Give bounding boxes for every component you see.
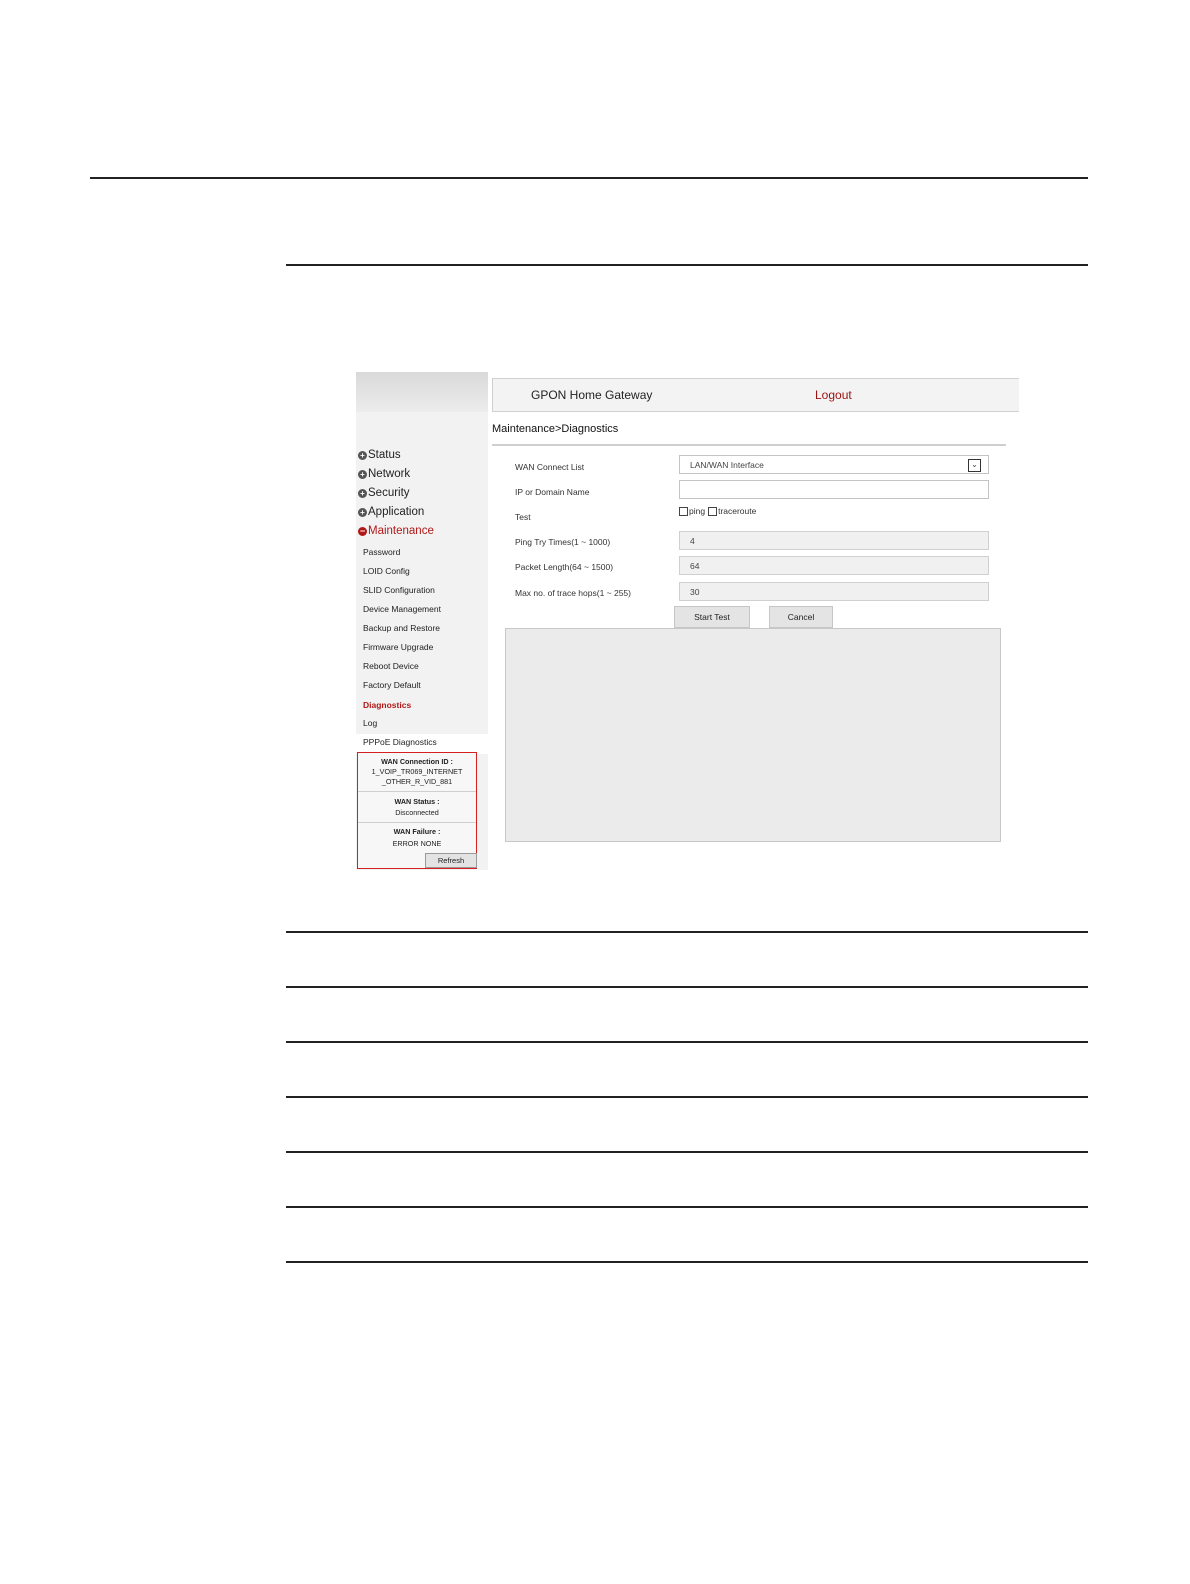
table-rule [286, 1096, 1088, 1098]
divider [358, 791, 476, 792]
expand-plus-icon: + [358, 469, 367, 479]
sidebar-item-maintenance[interactable]: − Maintenance [358, 525, 434, 537]
sidebar-subitem-diagnostics[interactable]: Diagnostics [363, 700, 411, 710]
table-rule [286, 986, 1088, 988]
sidebar-subitem-pppoe-diagnostics[interactable]: PPPoE Diagnostics [363, 737, 437, 747]
diagnostics-result-area [505, 628, 1001, 842]
ping-try-times-input[interactable]: 4 [679, 531, 989, 550]
section-rule [286, 264, 1088, 266]
logout-link[interactable]: Logout [815, 388, 852, 402]
traceroute-option-label: traceroute [718, 506, 757, 516]
sidebar-item-network[interactable]: + Network [358, 468, 410, 480]
sidebar-item-label: Application [368, 506, 425, 518]
sidebar-subitem-slid-configuration[interactable]: SLID Configuration [363, 585, 435, 595]
sidebar-item-status[interactable]: + Status [358, 449, 401, 461]
sidebar: + Status + Network + Security + Applicat… [356, 412, 488, 870]
max-trace-hops-input[interactable]: 30 [679, 582, 989, 601]
breadcrumb: Maintenance>Diagnostics [492, 423, 619, 435]
collapse-minus-icon: − [358, 525, 367, 536]
expand-plus-icon: + [358, 507, 367, 517]
sidebar-subitem-firmware-upgrade[interactable]: Firmware Upgrade [363, 642, 433, 652]
test-label: Test [515, 512, 531, 522]
sidebar-subitem-loid-config[interactable]: LOID Config [363, 566, 410, 576]
sidebar-subitem-factory-default[interactable]: Factory Default [363, 680, 421, 690]
expand-plus-icon: + [358, 488, 367, 498]
divider [358, 822, 476, 823]
refresh-button[interactable]: Refresh [425, 853, 477, 868]
sidebar-subitem-log[interactable]: Log [363, 718, 377, 728]
router-ui-screenshot: GPON Home Gateway Logout Maintenance>Dia… [356, 372, 1019, 870]
ping-checkbox[interactable] [679, 506, 688, 516]
table-rule [286, 1041, 1088, 1043]
wan-status-value: Disconnected [395, 808, 439, 817]
sidebar-item-label: Maintenance [368, 525, 434, 537]
sidebar-subitem-password[interactable]: Password [363, 547, 400, 557]
wan-connect-list-select[interactable]: LAN/WAN Interface ⌄ [679, 455, 989, 474]
wan-status-label: WAN Status : [394, 797, 440, 806]
wan-connect-list-value: LAN/WAN Interface [690, 460, 764, 470]
wan-info-panel: WAN Connection ID : 1_VOIP_TR069_INTERNE… [357, 752, 477, 869]
sidebar-item-label: Network [368, 468, 411, 480]
table-rule [286, 1206, 1088, 1208]
expand-plus-icon: + [358, 450, 367, 460]
ip-domain-label: IP or Domain Name [515, 487, 590, 497]
sidebar-subitem-reboot-device[interactable]: Reboot Device [363, 661, 419, 671]
sidebar-header [356, 372, 488, 412]
sidebar-item-label: Status [368, 449, 401, 461]
chevron-down-icon: ⌄ [968, 459, 981, 472]
packet-length-input[interactable]: 64 [679, 556, 989, 575]
max-trace-hops-label: Max no. of trace hops(1 ~ 255) [515, 588, 631, 598]
ping-try-times-label: Ping Try Times(1 ~ 1000) [515, 537, 611, 547]
sidebar-subitem-device-management[interactable]: Device Management [363, 604, 441, 614]
sidebar-item-security[interactable]: + Security [358, 487, 410, 499]
cancel-button[interactable]: Cancel [769, 606, 833, 628]
wan-failure-value: ERROR NONE [392, 839, 442, 848]
wan-connection-id-label: WAN Connection ID : [381, 757, 453, 766]
start-test-button[interactable]: Start Test [674, 606, 750, 628]
traceroute-checkbox[interactable] [708, 506, 718, 516]
ping-option-label: ping [689, 506, 706, 516]
sidebar-item-application[interactable]: + Application [358, 506, 424, 518]
sidebar-subitem-backup-restore[interactable]: Backup and Restore [363, 623, 440, 633]
app-title: GPON Home Gateway [531, 388, 653, 402]
wan-connection-id-value: 1_VOIP_TR069_INTERNET _OTHER_R_VID_881 [371, 767, 463, 786]
page-top-rule [90, 177, 1088, 179]
table-rule [286, 1261, 1088, 1263]
packet-length-label: Packet Length(64 ~ 1500) [515, 562, 614, 572]
table-rule [286, 1151, 1088, 1153]
test-options: ping traceroute [679, 506, 756, 516]
table-rule [286, 931, 1088, 933]
sidebar-item-label: Security [368, 487, 410, 499]
wan-failure-label: WAN Failure : [393, 827, 441, 836]
ip-domain-input[interactable] [679, 480, 989, 499]
breadcrumb-divider [492, 444, 1006, 446]
top-header: GPON Home Gateway Logout [492, 378, 1019, 412]
wan-connect-list-label: WAN Connect List [515, 462, 585, 472]
